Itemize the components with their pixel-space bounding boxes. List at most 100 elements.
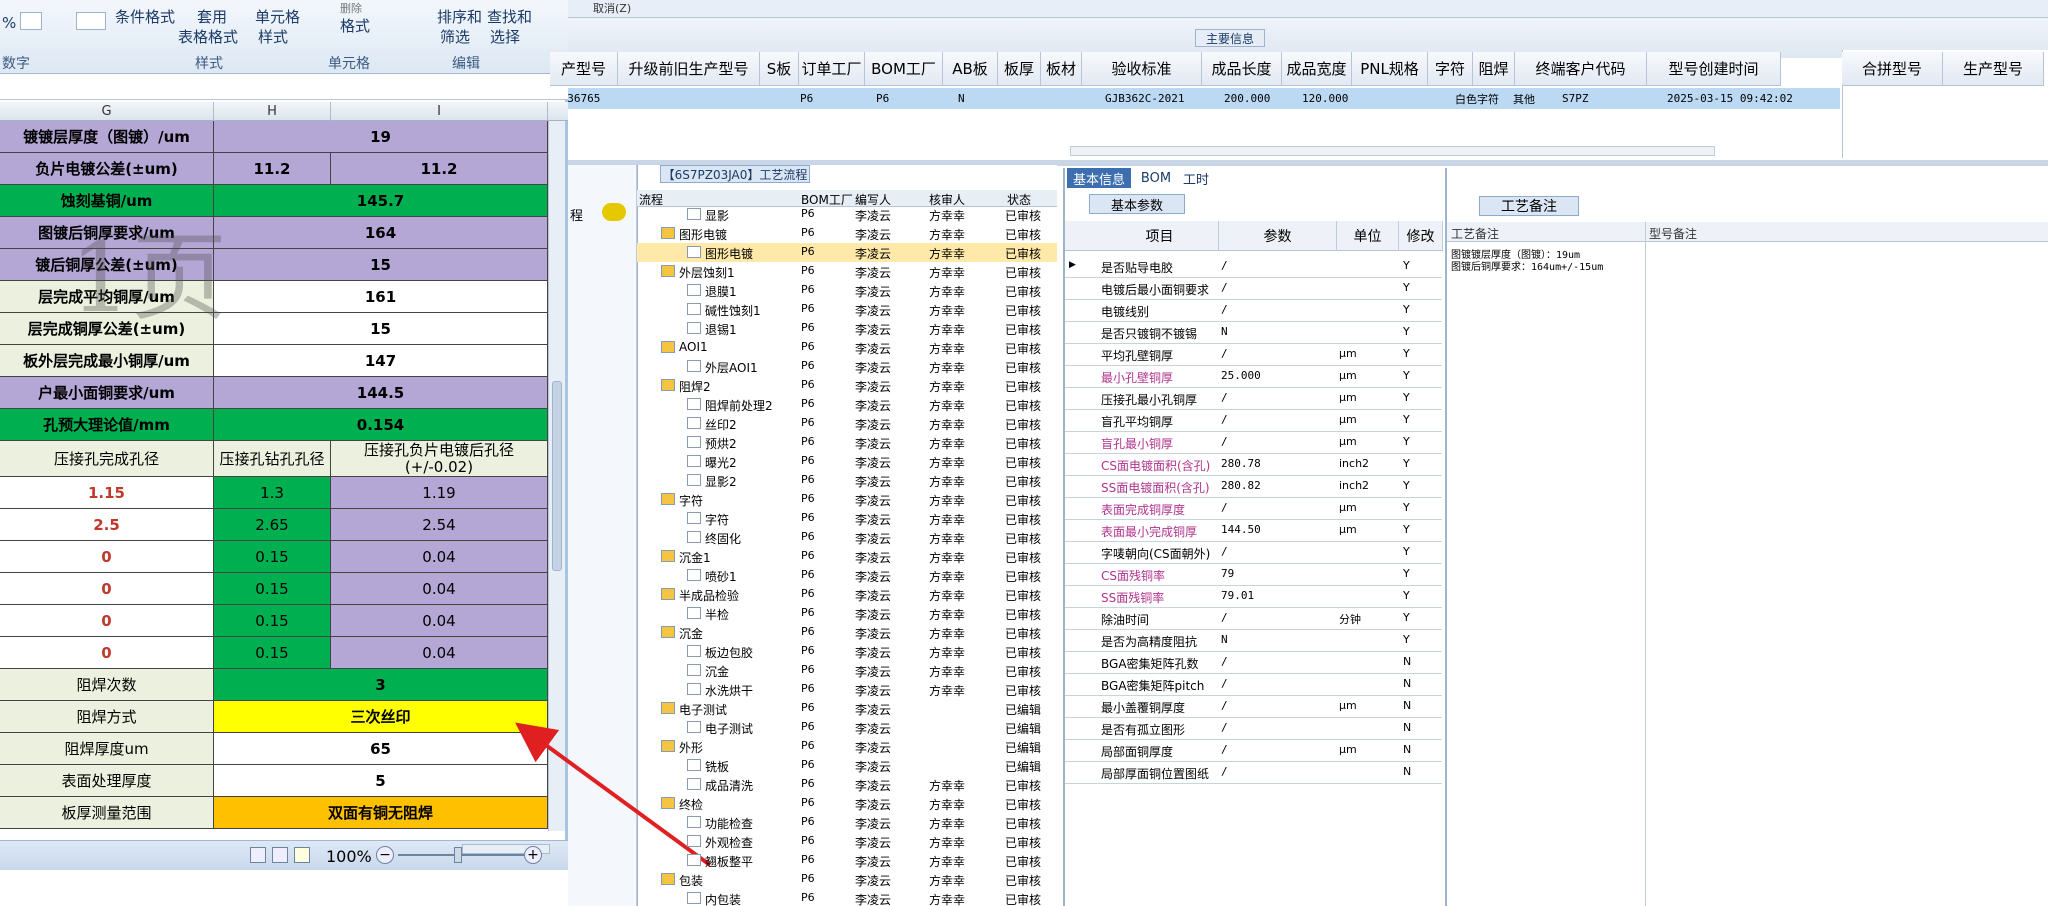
param-row-3[interactable]: 是否只镀铜不镀锡 N Y xyxy=(1065,322,1442,344)
process-row-14[interactable]: 显影2 P6 李凌云 方幸幸 已审核 xyxy=(637,471,1057,490)
process-row-29[interactable]: 铣板 P6 李凌云 已编辑 xyxy=(637,756,1057,775)
formula-bar[interactable] xyxy=(0,76,568,100)
bottom-g-4[interactable]: 板厚测量范围 xyxy=(0,797,214,829)
process-row-6[interactable]: 退锡1 P6 李凌云 方幸幸 已审核 xyxy=(637,319,1057,338)
process-row-26[interactable]: 电子测试 P6 李凌云 已编辑 xyxy=(637,699,1057,718)
bottom-hi-4[interactable]: 双面有铜无阻焊 xyxy=(214,797,548,829)
hole-g-0[interactable]: 1.15 xyxy=(0,477,214,509)
delete-button[interactable]: 删除 xyxy=(340,0,362,16)
hole-header-h[interactable]: 压接孔钻孔孔径 xyxy=(214,441,331,477)
percent-button[interactable]: % xyxy=(2,14,16,32)
param-row-0[interactable]: ▶ 是否贴导电胶 / Y xyxy=(1065,256,1442,278)
grid-header-4[interactable]: BOM工厂 xyxy=(865,52,943,86)
subtab-basic[interactable]: 基本参数 xyxy=(1089,194,1185,214)
param-row-13[interactable]: 字唛朝向(CS面朝外) / Y xyxy=(1065,542,1442,564)
bottom-g-2[interactable]: 阻焊厚度um xyxy=(0,733,214,765)
process-row-11[interactable]: 丝印2 P6 李凌云 方幸幸 已审核 xyxy=(637,414,1057,433)
bottom-g-0[interactable]: 阻焊次数 xyxy=(0,669,214,701)
process-row-13[interactable]: 曝光2 P6 李凌云 方幸幸 已审核 xyxy=(637,452,1057,471)
hole-i-4[interactable]: 0.04 xyxy=(331,605,548,637)
bottom-g-1[interactable]: 阻焊方式 xyxy=(0,701,214,733)
param-row-12[interactable]: 表面最小完成铜厚 144.50 μm Y xyxy=(1065,520,1442,542)
process-row-0[interactable]: 显影 P6 李凌云 方幸幸 已审核 xyxy=(637,205,1057,224)
process-row-35[interactable]: 包装 P6 李凌云 方幸幸 已审核 xyxy=(637,870,1057,889)
process-row-36[interactable]: 内包装 P6 李凌云 方幸幸 已审核 xyxy=(637,889,1057,906)
main-grid-row[interactable]: 0136765 P6 P6 N GJB362C-2021 200.000 120… xyxy=(550,88,1840,109)
param-row-19[interactable]: BGA密集矩阵pitch / N xyxy=(1065,674,1442,696)
horizontal-scrollbar[interactable] xyxy=(1070,146,1715,156)
cell-hi-4[interactable]: 15 xyxy=(214,249,548,281)
hole-i-2[interactable]: 0.04 xyxy=(331,541,548,573)
process-row-8[interactable]: 外层AOI1 P6 李凌云 方幸幸 已审核 xyxy=(637,357,1057,376)
cell-hi-3[interactable]: 164 xyxy=(214,217,548,249)
page-layout-icon[interactable] xyxy=(272,847,288,863)
process-row-30[interactable]: 成品清洗 P6 李凌云 方幸幸 已审核 xyxy=(637,775,1057,794)
column-i[interactable]: I xyxy=(331,102,548,121)
column-g[interactable]: G xyxy=(0,102,214,121)
grid-header-6[interactable]: 板厚 xyxy=(998,52,1041,86)
cell-g-0[interactable]: 镀镀层厚度（图镀）/um xyxy=(0,121,214,153)
sort-button-1[interactable]: 排序和 xyxy=(437,6,482,27)
process-row-32[interactable]: 功能检查 P6 李凌云 方幸幸 已审核 xyxy=(637,813,1057,832)
remarks-tab[interactable]: 工艺备注 xyxy=(1479,196,1579,216)
bottom-hi-0[interactable]: 3 xyxy=(214,669,548,701)
process-row-17[interactable]: 终固化 P6 李凌云 方幸幸 已审核 xyxy=(637,528,1057,547)
process-row-9[interactable]: 阻焊2 P6 李凌云 方幸幸 已审核 xyxy=(637,376,1057,395)
bottom-g-3[interactable]: 表面处理厚度 xyxy=(0,765,214,797)
process-row-16[interactable]: 字符 P6 李凌云 方幸幸 已审核 xyxy=(637,509,1057,528)
hole-g-5[interactable]: 0 xyxy=(0,637,214,669)
page-break-icon[interactable] xyxy=(294,847,310,863)
hole-g-1[interactable]: 2.5 xyxy=(0,509,214,541)
hole-header-g[interactable]: 压接孔完成孔径 xyxy=(0,441,214,477)
param-row-4[interactable]: 平均孔壁铜厚 / μm Y xyxy=(1065,344,1442,366)
hole-h-0[interactable]: 1.3 xyxy=(214,477,331,509)
grid-header-14[interactable]: 终端客户代码 xyxy=(1515,52,1647,86)
bottom-hi-3[interactable]: 5 xyxy=(214,765,548,797)
grid-header-10[interactable]: 成品宽度 xyxy=(1282,52,1352,86)
bottom-hi-2[interactable]: 65 xyxy=(214,733,548,765)
cell-i-1[interactable]: 11.2 xyxy=(331,153,548,185)
grid-header-13[interactable]: 阻焊 xyxy=(1473,52,1515,86)
process-row-12[interactable]: 预烘2 P6 李凌云 方幸幸 已审核 xyxy=(637,433,1057,452)
zoom-thumb[interactable] xyxy=(454,847,462,863)
cell-g-1[interactable]: 负片电镀公差(±um) xyxy=(0,153,214,185)
process-row-5[interactable]: 碱性蚀刻1 P6 李凌云 方幸幸 已审核 xyxy=(637,300,1057,319)
params-header-1[interactable]: 参数 xyxy=(1219,221,1337,251)
process-row-22[interactable]: 沉金 P6 李凌云 方幸幸 已审核 xyxy=(637,623,1057,642)
param-row-5[interactable]: 最小孔壁铜厚 25.000 μm Y xyxy=(1065,366,1442,388)
param-row-1[interactable]: 电镀后最小面铜要求 / Y xyxy=(1065,278,1442,300)
process-row-19[interactable]: 喷砂1 P6 李凌云 方幸幸 已审核 xyxy=(637,566,1057,585)
param-row-11[interactable]: 表面完成铜厚度 / μm Y xyxy=(1065,498,1442,520)
param-row-10[interactable]: SS面电镀面积(含孔) 280.82 inch2 Y xyxy=(1065,476,1442,498)
grid-header-3[interactable]: 订单工厂 xyxy=(799,52,865,86)
process-row-27[interactable]: 电子测试 P6 李凌云 已编辑 xyxy=(637,718,1057,737)
tab-2[interactable]: 工时 xyxy=(1177,168,1215,188)
vertical-scrollbar[interactable] xyxy=(548,121,565,831)
process-row-2[interactable]: 图形电镀 P6 李凌云 方幸幸 已审核 xyxy=(637,243,1057,262)
process-row-20[interactable]: 半成品检验 P6 李凌云 方幸幸 已审核 xyxy=(637,585,1057,604)
hole-h-4[interactable]: 0.15 xyxy=(214,605,331,637)
process-row-7[interactable]: AOI1 P6 李凌云 方幸幸 已审核 xyxy=(637,338,1057,357)
param-row-9[interactable]: CS面电镀面积(含孔) 280.78 inch2 Y xyxy=(1065,454,1442,476)
process-row-23[interactable]: 板边包胶 P6 李凌云 方幸幸 已审核 xyxy=(637,642,1057,661)
zoom-out-icon[interactable]: − xyxy=(376,846,394,864)
cell-hi-5[interactable]: 161 xyxy=(214,281,548,313)
find-button-2[interactable]: 选择 xyxy=(490,26,520,47)
process-row-1[interactable]: 图形电镀 P6 李凌云 方幸幸 已审核 xyxy=(637,224,1057,243)
grid-header-5[interactable]: AB板 xyxy=(943,52,998,86)
grid-header-1[interactable]: 升级前旧生产型号 xyxy=(618,52,760,86)
hole-h-5[interactable]: 0.15 xyxy=(214,637,331,669)
process-row-34[interactable]: 翘板整平 P6 李凌云 方幸幸 已审核 xyxy=(637,851,1057,870)
process-row-10[interactable]: 阻焊前处理2 P6 李凌云 方幸幸 已审核 xyxy=(637,395,1057,414)
cell-style-button-2[interactable]: 样式 xyxy=(258,26,288,47)
process-row-21[interactable]: 半检 P6 李凌云 方幸幸 已审核 xyxy=(637,604,1057,623)
param-row-23[interactable]: 局部厚面铜位置图纸 / N xyxy=(1065,762,1442,784)
process-row-28[interactable]: 外形 P6 李凌云 已编辑 xyxy=(637,737,1057,756)
bottom-hi-1[interactable]: 三次丝印 xyxy=(214,701,548,733)
grid-header-15[interactable]: 型号创建时间 xyxy=(1647,52,1781,86)
process-row-33[interactable]: 外观检查 P6 李凌云 方幸幸 已审核 xyxy=(637,832,1057,851)
cell-hi-7[interactable]: 147 xyxy=(214,345,548,377)
conditional-format-button[interactable]: 条件格式 xyxy=(115,6,175,27)
cell-h-1[interactable]: 11.2 xyxy=(214,153,331,185)
process-row-31[interactable]: 终检 P6 李凌云 方幸幸 已审核 xyxy=(637,794,1057,813)
